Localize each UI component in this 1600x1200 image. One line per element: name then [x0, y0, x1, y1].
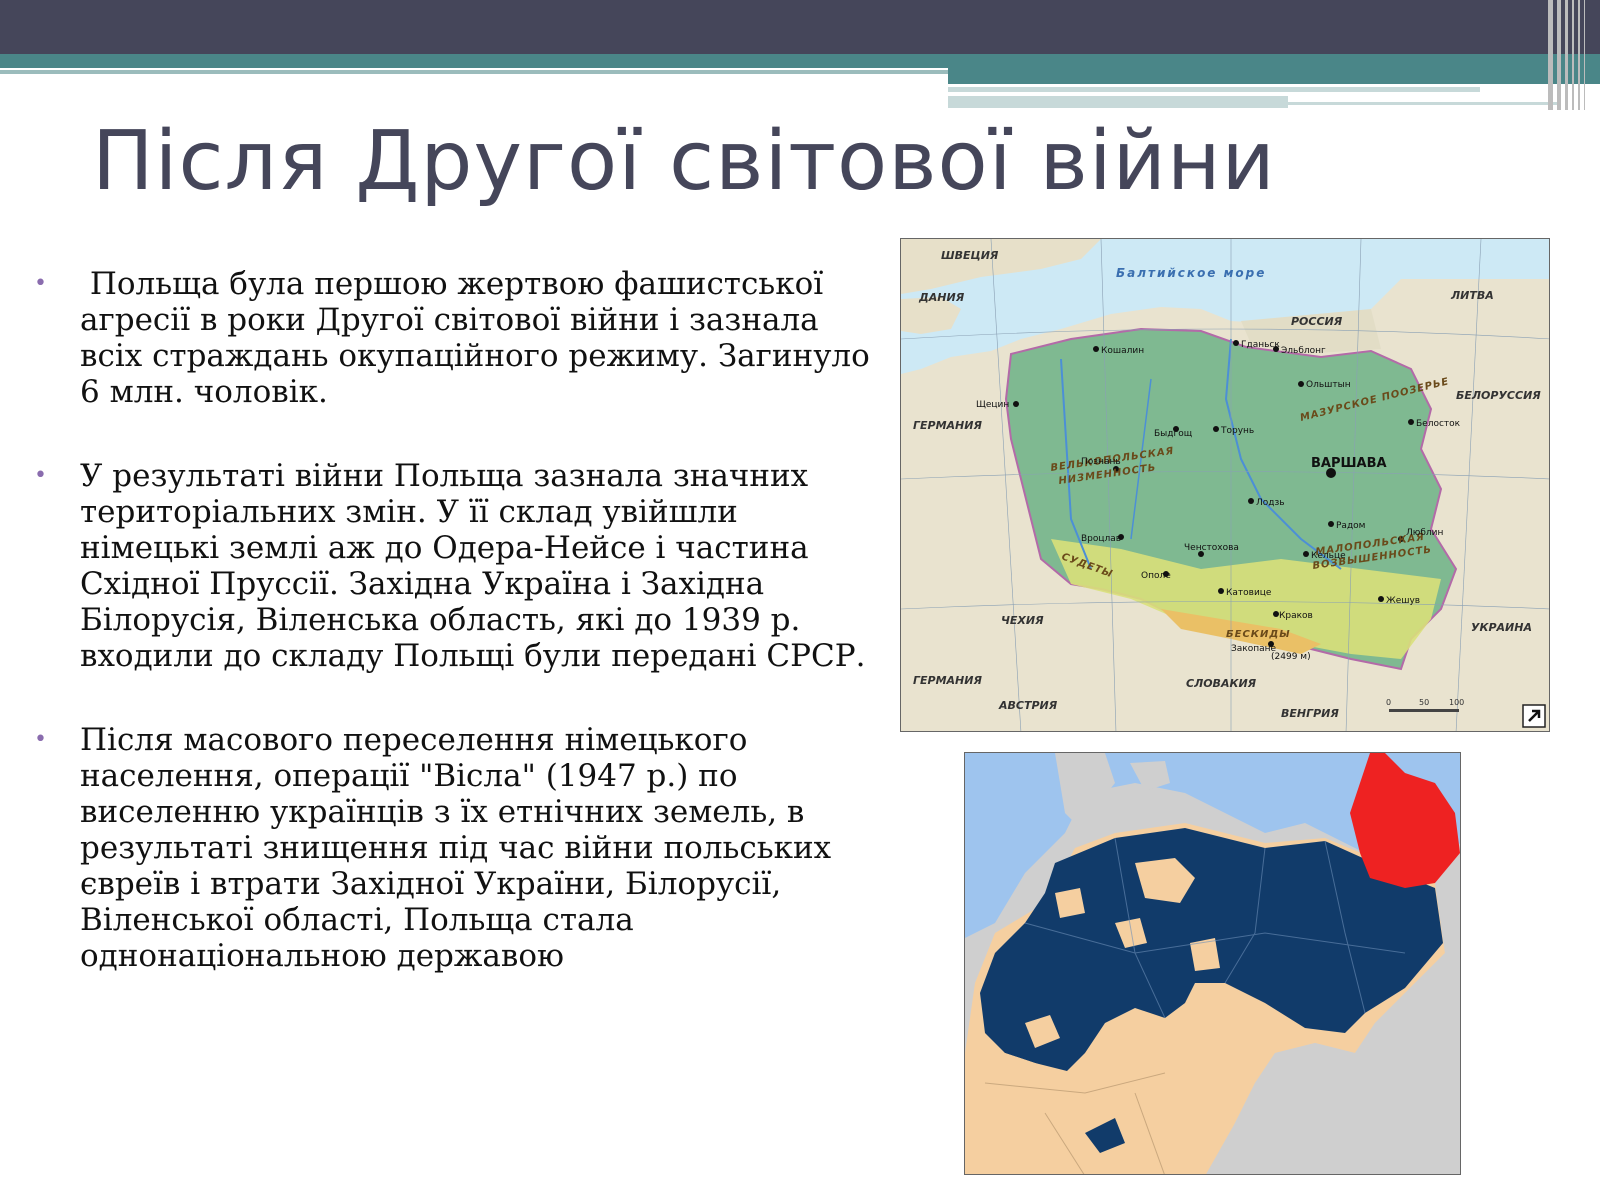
svg-text:Краков: Краков: [1279, 611, 1313, 621]
bullet-item: • Після масового переселення німецького …: [34, 722, 884, 974]
svg-text:Закопане: Закопане: [1231, 644, 1277, 654]
bullet-dot-icon: •: [34, 727, 47, 752]
header-right-line: [948, 96, 1288, 108]
header-teal-stripe: [0, 54, 1600, 68]
slide-title: Після Другої світової війни: [92, 114, 1276, 209]
svg-text:АВСТРИЯ: АВСТРИЯ: [998, 699, 1058, 712]
svg-text:Ченстохова: Ченстохова: [1184, 543, 1239, 553]
svg-text:Эльблонг: Эльблонг: [1281, 346, 1326, 356]
bullet-item: • У результаті війни Польща зазнала знач…: [34, 458, 884, 674]
bullet-text: Польща була першою жертвою фашистської а…: [80, 266, 880, 410]
header-right-block: [948, 68, 1600, 84]
svg-text:Радом: Радом: [1336, 521, 1365, 531]
svg-text:Торунь: Торунь: [1220, 426, 1254, 436]
map-capital-label: ВАРШАВА: [1311, 456, 1387, 471]
svg-text:ШВЕЦИЯ: ШВЕЦИЯ: [941, 249, 999, 262]
svg-text:Быдгощ: Быдгощ: [1154, 429, 1193, 439]
svg-text:100: 100: [1449, 698, 1464, 707]
map-sea-label: Балтийское море: [1116, 266, 1266, 280]
svg-text:ВЕНГРИЯ: ВЕНГРИЯ: [1281, 707, 1339, 720]
svg-text:Щецин: Щецин: [976, 400, 1009, 410]
svg-text:ЧЕХИЯ: ЧЕХИЯ: [1001, 614, 1044, 627]
svg-text:Люблин: Люблин: [1406, 528, 1443, 538]
svg-text:ГЕРМАНИЯ: ГЕРМАНИЯ: [913, 674, 982, 687]
svg-text:БЕЛОРУССИЯ: БЕЛОРУССИЯ: [1456, 389, 1541, 402]
svg-text:Гданьск: Гданьск: [1241, 340, 1280, 350]
header-dark-band: [0, 0, 1600, 54]
svg-text:Жешув: Жешув: [1386, 596, 1420, 606]
svg-text:Ольштын: Ольштын: [1306, 380, 1351, 390]
bullet-dot-icon: •: [34, 271, 47, 296]
poland-map-graphic: Балтийское море ШВЕЦИЯ ДАНИЯ РОССИЯ ЛИТВ…: [901, 239, 1549, 731]
svg-text:50: 50: [1419, 698, 1429, 707]
svg-text:СЛОВАКИЯ: СЛОВАКИЯ: [1186, 677, 1257, 690]
bullet-list: • Польща була першою жертвою фашистської…: [34, 266, 884, 1022]
svg-text:ДАНИЯ: ДАНИЯ: [918, 291, 965, 304]
header-right-line: [948, 87, 1480, 92]
svg-text:РОССИЯ: РОССИЯ: [1291, 315, 1343, 328]
prussia-map-graphic: [965, 753, 1460, 1174]
prussia-map: [964, 752, 1461, 1175]
svg-text:ЛИТВА: ЛИТВА: [1450, 289, 1494, 302]
svg-text:Кельце: Кельце: [1311, 551, 1346, 561]
expand-icon: [1522, 704, 1546, 728]
svg-text:Кошалин: Кошалин: [1101, 346, 1144, 356]
svg-text:Вроцлав: Вроцлав: [1081, 534, 1121, 544]
bullet-item: • Польща була першою жертвою фашистської…: [34, 266, 884, 410]
svg-text:Познань: Познань: [1081, 457, 1121, 467]
svg-text:ГЕРМАНИЯ: ГЕРМАНИЯ: [913, 419, 982, 432]
svg-text:БЕСКИДЫ: БЕСКИДЫ: [1226, 629, 1291, 640]
svg-text:0: 0: [1386, 698, 1391, 707]
header-thin-line: [0, 70, 948, 74]
svg-text:Лодзь: Лодзь: [1256, 498, 1285, 508]
bullet-text: У результаті війни Польща зазнала значни…: [80, 458, 866, 674]
header-corner-bars: [1548, 0, 1600, 110]
header-right-line: [1288, 102, 1560, 105]
svg-text:Белосток: Белосток: [1416, 419, 1461, 429]
svg-text:Ополе: Ополе: [1141, 571, 1171, 581]
svg-text:(2499 м): (2499 м): [1271, 652, 1311, 662]
poland-map: Балтийское море ШВЕЦИЯ ДАНИЯ РОССИЯ ЛИТВ…: [900, 238, 1550, 732]
svg-text:Катовице: Катовице: [1226, 588, 1272, 598]
svg-text:УКРАИНА: УКРАИНА: [1471, 621, 1532, 634]
bullet-text: Після масового переселення німецького на…: [80, 722, 832, 974]
bullet-dot-icon: •: [34, 463, 47, 488]
